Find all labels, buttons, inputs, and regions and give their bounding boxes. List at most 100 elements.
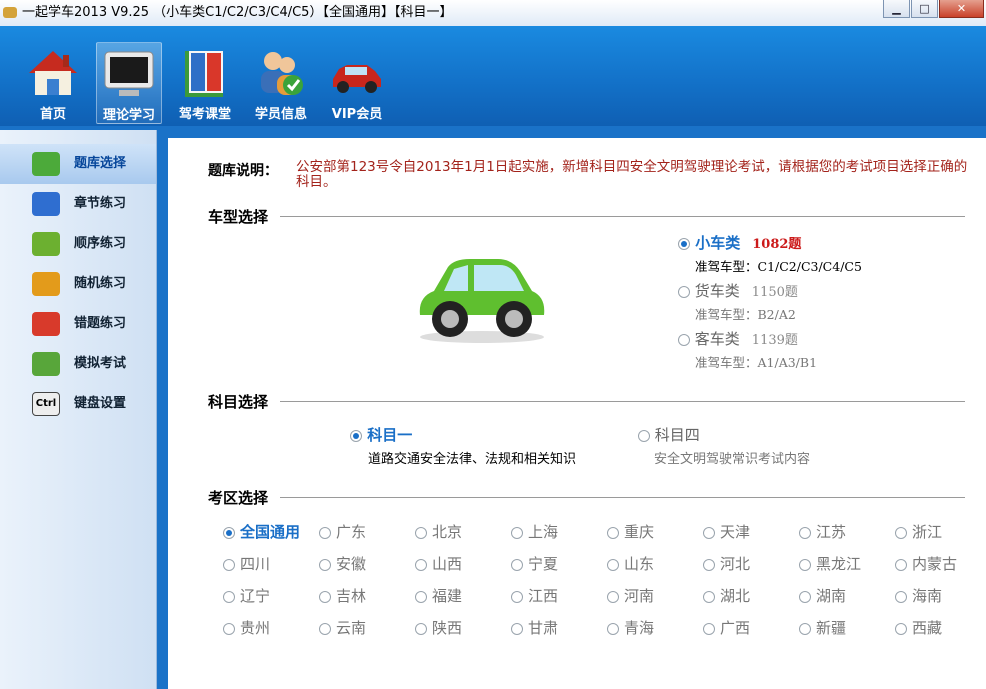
sidebar-item-label: 键盘设置	[74, 396, 127, 411]
sidebar: 题库选择 章节练习 顺序练习 随机练习 错题练习 模拟考试 Ctrl 键盘设置	[0, 130, 157, 689]
toolbar-vip[interactable]: VIP会员	[324, 42, 390, 124]
region-option[interactable]: 甘肃	[511, 617, 558, 638]
chapter-icon	[32, 192, 60, 216]
sidebar-item-sequence[interactable]: 顺序练习	[0, 224, 156, 264]
region-label: 四川	[240, 555, 271, 573]
radio-icon	[703, 558, 715, 571]
radio-icon	[895, 526, 907, 539]
region-option[interactable]: 内蒙古	[895, 553, 957, 574]
region-option[interactable]: 云南	[319, 617, 366, 638]
region-option[interactable]: 北京	[415, 521, 462, 542]
radio-icon	[703, 622, 715, 635]
toolbar-label: 学员信息	[254, 107, 307, 122]
radio-icon	[223, 590, 235, 603]
region-label: 贵州	[240, 619, 271, 637]
region-option[interactable]: 天津	[703, 521, 750, 542]
sidebar-item-bank[interactable]: 题库选择	[0, 144, 156, 184]
region-option[interactable]: 湖南	[799, 585, 846, 606]
title-bar: 一起学车2013 V9.25 （小车类C1/C2/C3/C4/C5）【全国通用】…	[0, 0, 986, 26]
region-label: 江西	[528, 587, 559, 605]
close-button[interactable]: ✕	[939, 0, 984, 18]
vehicle-section-title: 车型选择	[208, 208, 269, 226]
region-label: 全国通用	[240, 523, 301, 541]
vehicle-option-bus[interactable]: 客车类 1139题	[678, 328, 798, 349]
sidebar-item-chapter[interactable]: 章节练习	[0, 184, 156, 224]
radio-icon	[895, 622, 907, 635]
sidebar-item-exam[interactable]: 模拟考试	[0, 344, 156, 384]
subject-desc: 道路交通安全法律、法规和相关知识	[368, 452, 577, 467]
region-option[interactable]: 河北	[703, 553, 750, 574]
sidebar-item-keyboard[interactable]: Ctrl 键盘设置	[0, 384, 156, 424]
region-option[interactable]: 广西	[703, 617, 750, 638]
region-option[interactable]: 海南	[895, 585, 942, 606]
window-title: 一起学车2013 V9.25 （小车类C1/C2/C3/C4/C5）【全国通用】…	[22, 5, 453, 20]
region-option[interactable]: 上海	[511, 521, 558, 542]
region-option[interactable]: 宁夏	[511, 553, 558, 574]
ctrl-key-icon: Ctrl	[32, 392, 60, 416]
region-option[interactable]: 广东	[319, 521, 366, 542]
sidebar-item-errors[interactable]: 错题练习	[0, 304, 156, 344]
region-option[interactable]: 西藏	[895, 617, 942, 638]
question-count: 1150题	[751, 285, 798, 300]
sidebar-item-label: 章节练习	[74, 196, 127, 211]
toolbar-theory[interactable]: 理论学习	[96, 42, 162, 124]
vehicle-option-truck[interactable]: 货车类 1150题	[678, 280, 798, 301]
license-text: 准驾车型：B2/A2	[695, 307, 796, 322]
desc-label: 题库说明：	[208, 163, 278, 179]
region-option[interactable]: 陕西	[415, 617, 462, 638]
region-label: 云南	[336, 619, 367, 637]
error-icon	[32, 312, 60, 336]
sidebar-item-random[interactable]: 随机练习	[0, 264, 156, 304]
region-option[interactable]: 黑龙江	[799, 553, 861, 574]
random-icon	[32, 272, 60, 296]
divider	[280, 216, 965, 217]
region-option[interactable]: 山西	[415, 553, 462, 574]
region-option[interactable]: 四川	[223, 553, 270, 574]
radio-icon	[319, 590, 331, 603]
region-label: 江苏	[816, 523, 847, 541]
vehicle-option-car[interactable]: 小车类 1082题	[678, 232, 801, 253]
region-option[interactable]: 安徽	[319, 553, 366, 574]
radio-icon	[799, 558, 811, 571]
radio-icon	[511, 590, 523, 603]
maximize-button[interactable]: □	[911, 0, 938, 18]
region-option[interactable]: 河南	[607, 585, 654, 606]
region-option[interactable]: 辽宁	[223, 585, 270, 606]
radio-icon	[415, 558, 427, 571]
region-option[interactable]: 湖北	[703, 585, 750, 606]
region-option[interactable]: 浙江	[895, 521, 942, 542]
subject-option-1[interactable]: 科目一	[350, 424, 412, 445]
region-option[interactable]: 贵州	[223, 617, 270, 638]
question-count: 1139题	[751, 333, 798, 348]
region-label: 广东	[336, 523, 367, 541]
divider	[280, 401, 965, 402]
radio-icon	[678, 237, 690, 250]
sidebar-item-label: 错题练习	[74, 316, 127, 331]
region-option[interactable]: 江西	[511, 585, 558, 606]
toolbar-students[interactable]: 学员信息	[248, 42, 314, 124]
radio-icon	[223, 558, 235, 571]
region-option[interactable]: 山东	[607, 553, 654, 574]
toolbar-label: 首页	[39, 107, 66, 122]
exam-icon	[32, 352, 60, 376]
region-option[interactable]: 江苏	[799, 521, 846, 542]
option-name: 小车类	[695, 234, 741, 252]
home-icon	[25, 45, 81, 101]
region-label: 辽宁	[240, 587, 271, 605]
region-option[interactable]: 新疆	[799, 617, 846, 638]
region-option[interactable]: 重庆	[607, 521, 654, 542]
window-controls: ▁ □ ✕	[883, 0, 984, 18]
subject-option-4[interactable]: 科目四	[638, 424, 700, 445]
toolbar-home[interactable]: 首页	[20, 42, 86, 124]
region-option[interactable]: 福建	[415, 585, 462, 606]
region-option[interactable]: 吉林	[319, 585, 366, 606]
region-label: 陕西	[432, 619, 463, 637]
toolbar-class[interactable]: 驾考课堂	[172, 42, 238, 124]
region-option[interactable]: 全国通用	[223, 521, 300, 542]
radio-icon	[415, 590, 427, 603]
minimize-button[interactable]: ▁	[883, 0, 910, 18]
sidebar-item-label: 题库选择	[74, 156, 127, 171]
region-label: 河北	[720, 555, 751, 573]
region-option[interactable]: 青海	[607, 617, 654, 638]
radio-icon	[223, 622, 235, 635]
